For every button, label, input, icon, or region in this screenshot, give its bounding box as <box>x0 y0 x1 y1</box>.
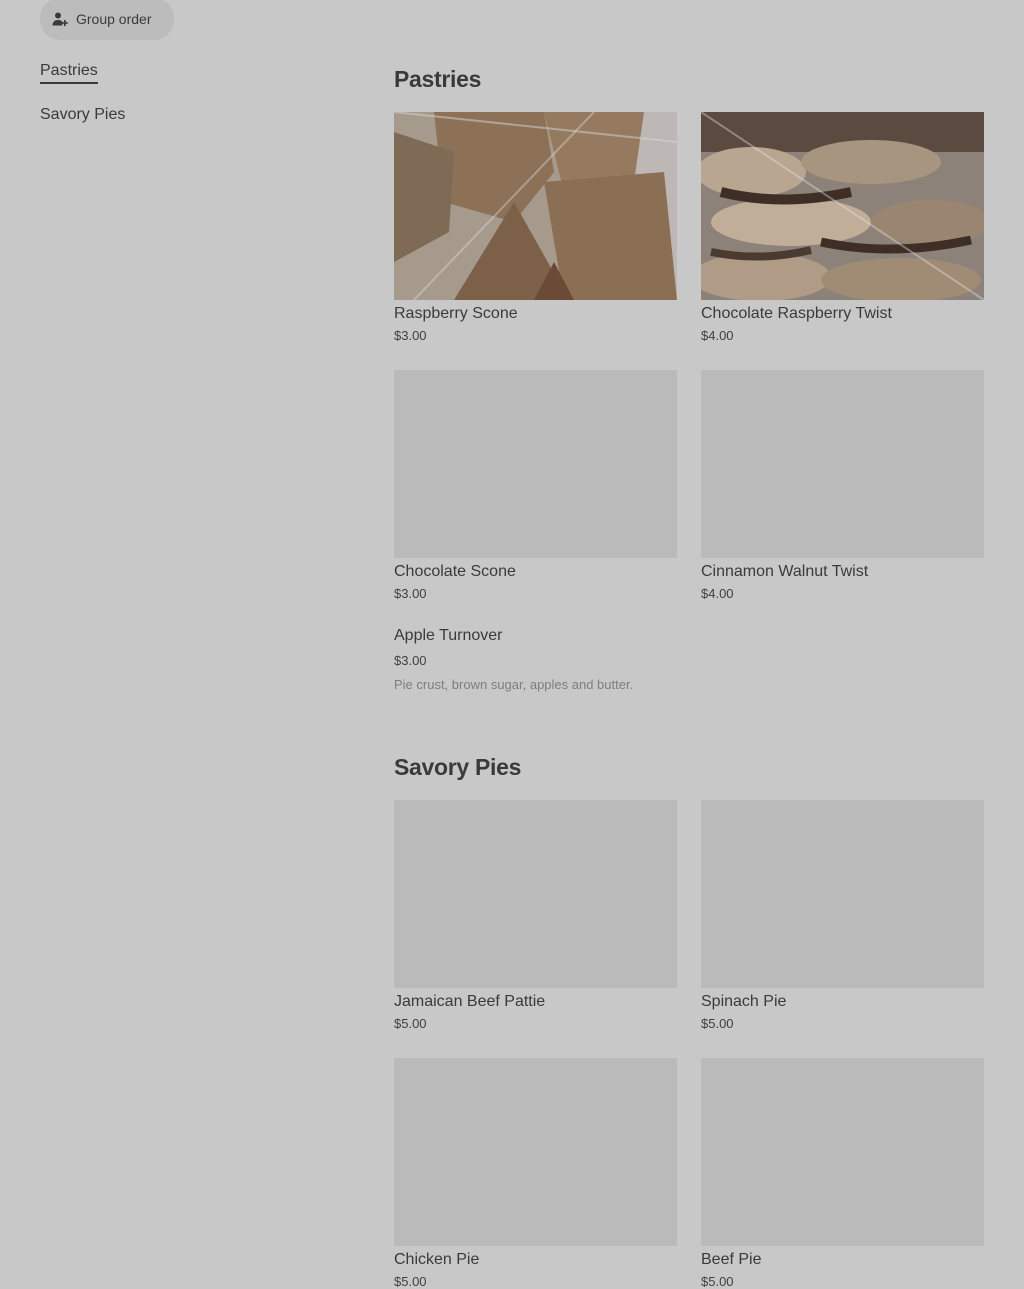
menu-item-card[interactable]: Chicken Pie $5.00 <box>394 1058 677 1289</box>
item-price: $3.00 <box>394 653 427 668</box>
menu-item-card[interactable]: Cinnamon Walnut Twist $4.00 <box>701 370 984 601</box>
item-price: $3.00 <box>394 586 427 601</box>
item-photo <box>701 112 984 300</box>
item-price: $5.00 <box>394 1274 427 1289</box>
menu-item-card[interactable]: Spinach Pie $5.00 <box>701 800 984 1031</box>
item-price: $5.00 <box>701 1016 734 1031</box>
item-price: $5.00 <box>701 1274 734 1289</box>
group-order-label: Group order <box>76 11 152 27</box>
item-name: Chicken Pie <box>394 1251 480 1268</box>
item-name: Chocolate Raspberry Twist <box>701 305 892 322</box>
item-photo-placeholder <box>394 800 677 988</box>
section-title-savory-pies: Savory Pies <box>394 754 522 780</box>
item-name: Raspberry Scone <box>394 305 518 322</box>
item-name: Cinnamon Walnut Twist <box>701 563 869 580</box>
item-price: $5.00 <box>394 1016 427 1031</box>
item-price: $3.00 <box>394 328 427 343</box>
item-name: Apple Turnover <box>394 627 503 644</box>
menu-item-card[interactable]: Jamaican Beef Pattie $5.00 <box>394 800 677 1031</box>
item-photo <box>394 112 677 300</box>
item-photo-placeholder <box>394 370 677 558</box>
item-photo-placeholder <box>701 800 984 988</box>
person-add-icon <box>52 12 68 26</box>
menu-item-card[interactable]: Chocolate Scone $3.00 <box>394 370 677 601</box>
menu-item-text[interactable]: Apple Turnover $3.00 Pie crust, brown su… <box>394 627 633 692</box>
item-price: $4.00 <box>701 586 734 601</box>
twist-photo-illustration <box>701 112 984 300</box>
item-photo-placeholder <box>394 1058 677 1246</box>
item-name: Beef Pie <box>701 1251 762 1268</box>
category-nav: Pastries Savory Pies <box>40 62 125 148</box>
scone-photo-illustration <box>394 112 677 300</box>
nav-item-pastries[interactable]: Pastries <box>40 62 98 84</box>
item-photo-placeholder <box>701 370 984 558</box>
group-order-button[interactable]: Group order <box>40 0 174 40</box>
item-price: $4.00 <box>701 328 734 343</box>
item-photo-placeholder <box>701 1058 984 1246</box>
menu-item-card[interactable]: Raspberry Scone $3.00 <box>394 112 677 343</box>
menu-item-card[interactable]: Chocolate Raspberry Twist $4.00 <box>701 112 984 343</box>
section-title-pastries: Pastries <box>394 66 482 92</box>
item-name: Chocolate Scone <box>394 563 516 580</box>
item-name: Jamaican Beef Pattie <box>394 993 546 1010</box>
menu-item-card[interactable]: Beef Pie $5.00 <box>701 1058 984 1289</box>
item-name: Spinach Pie <box>701 993 787 1010</box>
nav-item-savory-pies[interactable]: Savory Pies <box>40 106 125 126</box>
item-description: Pie crust, brown sugar, apples and butte… <box>394 677 634 692</box>
